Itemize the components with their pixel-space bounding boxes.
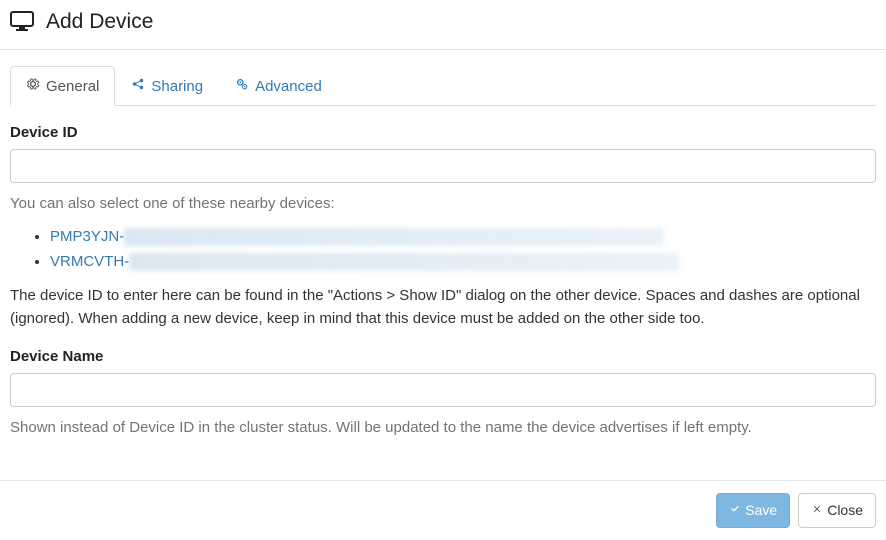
tab-sharing-label: Sharing: [151, 78, 203, 95]
page-title: Add Device: [46, 10, 153, 34]
nearby-device-link[interactable]: VRMCVTH-: [50, 253, 679, 270]
device-name-label: Device Name: [10, 348, 876, 365]
tab-list: General Sharing Advanced: [10, 66, 876, 106]
list-item: VRMCVTH-: [50, 251, 876, 274]
device-id-help: The device ID to enter here can be found…: [10, 284, 876, 331]
close-button[interactable]: Close: [798, 493, 876, 529]
nearby-intro: You can also select one of these nearby …: [10, 193, 876, 216]
tab-advanced-label: Advanced: [255, 78, 322, 95]
tab-general-label: General: [46, 78, 99, 95]
nearby-prefix: PMP3YJN-: [50, 228, 124, 245]
share-icon: [131, 77, 145, 95]
redacted-id: [124, 228, 664, 246]
modal-header: Add Device: [0, 0, 886, 50]
nearby-prefix: VRMCVTH-: [50, 253, 129, 270]
save-button[interactable]: Save: [716, 493, 790, 529]
device-id-group: Device ID You can also select one of the…: [10, 124, 876, 330]
list-item: PMP3YJN-: [50, 226, 876, 249]
tab-sharing[interactable]: Sharing: [115, 66, 219, 106]
device-name-group: Device Name Shown instead of Device ID i…: [10, 348, 876, 440]
redacted-id: [129, 253, 679, 271]
gears-icon: [235, 77, 249, 95]
check-icon: [729, 501, 741, 521]
close-button-label: Close: [827, 501, 863, 521]
nearby-device-link[interactable]: PMP3YJN-: [50, 228, 664, 245]
device-id-input[interactable]: [10, 149, 876, 183]
modal-footer: Save Close: [0, 481, 886, 540]
monitor-icon: [10, 11, 34, 34]
save-button-label: Save: [745, 501, 777, 521]
gear-icon: [26, 77, 40, 95]
device-id-label: Device ID: [10, 124, 876, 141]
tab-general[interactable]: General: [10, 66, 115, 106]
device-name-input[interactable]: [10, 373, 876, 407]
device-name-help: Shown instead of Device ID in the cluste…: [10, 417, 876, 440]
tab-advanced[interactable]: Advanced: [219, 66, 338, 106]
modal-body: General Sharing Advanced Device ID You c…: [0, 50, 886, 481]
close-icon: [811, 501, 823, 521]
nearby-device-list: PMP3YJN- VRMCVTH-: [10, 226, 876, 274]
